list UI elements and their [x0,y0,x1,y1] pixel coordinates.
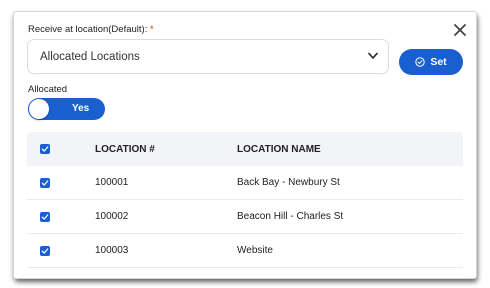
row-checkbox[interactable] [40,177,50,188]
receive-location-selected-value: Allocated Locations [40,50,140,63]
chevron-down-icon [368,52,378,59]
allocated-toggle[interactable]: Yes [28,98,105,120]
row-checkbox[interactable] [40,211,50,222]
toggle-text: Yes [72,103,90,114]
toggle-knob [29,99,49,119]
table-row: 100002 Beacon Hill - Charles St [27,200,463,234]
header-location-number: LOCATION # [95,143,155,155]
location-name: Beacon Hill - Charles St [237,211,344,222]
allocated-label: Allocated [28,84,68,95]
check-circle-icon [415,57,426,67]
set-button-label: Set [430,56,447,68]
set-button[interactable]: Set [399,49,463,75]
receive-location-label: Receive at location(Default): * [28,24,154,35]
checkmark-icon [41,179,49,186]
location-number: 100001 [95,177,129,188]
header-location-name: LOCATION NAME [237,143,321,155]
table-header-row: LOCATION # LOCATION NAME [27,132,463,166]
close-icon[interactable] [451,21,469,39]
location-name: Back Bay - Newbury St [237,177,340,188]
receive-location-label-text: Receive at location(Default): [28,24,148,35]
checkmark-icon [41,247,49,254]
select-all-checkbox[interactable] [40,144,50,154]
receive-location-select[interactable]: Allocated Locations [27,39,389,74]
checkmark-icon [41,213,49,220]
receive-location-dialog: Receive at location(Default): * Allocate… [14,12,476,278]
location-number: 100002 [95,211,129,222]
locations-table: LOCATION # LOCATION NAME 100001 Back Bay… [27,132,463,268]
table-row: 100003 Website [27,234,463,268]
location-name: Website [237,245,273,256]
location-number: 100003 [95,245,129,256]
table-row: 100001 Back Bay - Newbury St [27,166,463,200]
required-mark: * [149,24,154,35]
checkmark-icon [41,146,49,152]
row-checkbox[interactable] [40,245,50,256]
